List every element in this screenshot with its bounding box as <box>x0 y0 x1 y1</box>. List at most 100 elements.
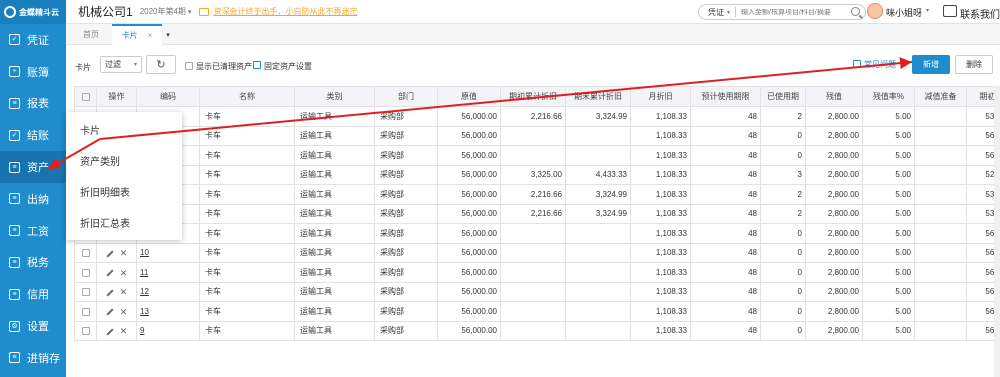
sidebar-item[interactable]: ≡ 出纳 <box>0 183 66 215</box>
vertical-scrollbar[interactable] <box>994 86 1000 377</box>
row-checkbox[interactable] <box>81 288 90 297</box>
contact-us-link[interactable]: 联系我们 <box>960 6 1000 21</box>
code-cell[interactable]: 11 <box>136 262 200 283</box>
column-header[interactable]: 月折旧 <box>630 86 691 107</box>
close-icon[interactable]: × <box>148 31 153 40</box>
faq-link[interactable]: 常见问题 <box>864 59 896 70</box>
refresh-button[interactable]: ↻ <box>146 55 176 74</box>
company-name[interactable]: 机械公司1 <box>78 3 133 20</box>
column-header[interactable]: 已使用期 <box>760 86 806 107</box>
column-header[interactable]: 操作 <box>96 86 137 107</box>
column-header[interactable]: 原值 <box>437 86 501 107</box>
column-header[interactable]: 部门 <box>374 86 438 107</box>
code-cell[interactable]: 9 <box>136 320 200 341</box>
sidebar-item[interactable]: ≡ 报表 <box>0 88 66 120</box>
delete-icon[interactable]: ✕ <box>120 268 128 278</box>
edit-icon[interactable] <box>106 327 114 336</box>
code-cell[interactable]: 10 <box>136 242 200 263</box>
column-header[interactable]: 编码 <box>136 86 200 107</box>
show-cleared-checkbox[interactable] <box>185 62 193 70</box>
voucher-search-box[interactable]: 凭证 ▾ <box>698 4 866 20</box>
row-select-cell[interactable] <box>74 242 97 263</box>
table-row[interactable]: ✕卡车运输工具采购部56,000.002,216.663,324.991,108… <box>74 106 994 127</box>
voucher-type-select[interactable]: 凭证 <box>699 7 724 18</box>
sidebar-item[interactable]: ⚙ 设置 <box>0 310 66 342</box>
table-row[interactable]: ✕卡车运输工具采购部56,000.002,216.663,324.991,108… <box>74 203 994 224</box>
delete-icon[interactable]: ✕ <box>120 288 128 297</box>
row-checkbox[interactable] <box>81 307 90 316</box>
username[interactable]: 咪小姐呀 <box>886 6 922 19</box>
sidebar-item[interactable]: ✓ 结账 <box>0 119 66 151</box>
delete-icon[interactable]: ✕ <box>120 327 128 336</box>
chevron-down-icon[interactable]: ▾ <box>727 9 730 16</box>
contact-icon[interactable] <box>943 5 957 17</box>
column-header[interactable]: 残值 <box>805 86 863 107</box>
code-link[interactable]: 13 <box>140 307 149 316</box>
filter-select[interactable]: 过滤 ▾ <box>100 56 142 73</box>
table-row[interactable]: ✕卡车运输工具采购部56,000.001,108.334802,800.005.… <box>74 223 994 244</box>
edit-icon[interactable] <box>106 269 114 277</box>
code-link[interactable]: 10 <box>140 248 149 257</box>
fixed-asset-settings-link[interactable]: 固定资产设置 <box>264 61 312 72</box>
code-cell[interactable]: 12 <box>136 281 200 302</box>
submenu-item[interactable]: 资产类别 <box>66 147 182 174</box>
search-icon[interactable] <box>851 7 860 16</box>
sidebar-item[interactable]: + 账簿 <box>0 56 66 88</box>
period-label[interactable]: 2020年第4期 <box>140 6 186 17</box>
row-select-cell[interactable] <box>74 320 97 341</box>
search-input[interactable] <box>741 8 842 16</box>
edit-icon[interactable] <box>106 308 114 316</box>
sidebar-item[interactable]: ≡ 税务 <box>0 247 66 279</box>
show-cleared-label[interactable]: 显示已清理资产 <box>196 61 252 72</box>
column-header[interactable]: 期初累计折旧 <box>500 86 566 107</box>
faq-icon[interactable] <box>853 60 861 68</box>
delete-icon[interactable]: ✕ <box>120 307 128 317</box>
table-row[interactable]: ✕ 12 卡车 运输工具 采购部 56,000.00 1,108.33 48 0 2,800.00… <box>74 281 994 302</box>
column-header[interactable]: 减值准备 <box>914 86 967 107</box>
column-header[interactable]: 类别 <box>294 86 375 107</box>
column-header[interactable]: 预计使用期限 <box>690 86 761 107</box>
code-link[interactable]: 12 <box>140 287 149 296</box>
column-header[interactable]: 期末累计折旧 <box>565 86 631 107</box>
table-row[interactable]: ✕ 9 卡车 运输工具 采购部 56,000.00 1,108.33 48 0 2,800.00 5… <box>74 320 994 341</box>
column-header[interactable]: 名称 <box>199 86 295 107</box>
chevron-down-icon[interactable]: ▾ <box>188 8 192 16</box>
table-row[interactable]: ✕ 11 卡车 运输工具 采购部 56,000.00 1,108.33 48 0 2,800.00… <box>74 262 994 283</box>
table-row[interactable]: ✕卡车运输工具采购部56,000.003,325.004,433.331,108… <box>74 164 994 185</box>
sidebar-item[interactable]: ✓ 凭证 <box>0 24 66 56</box>
delete-icon[interactable]: ✕ <box>120 249 128 258</box>
header-select-all[interactable] <box>74 86 97 107</box>
row-select-cell[interactable] <box>74 262 97 283</box>
submenu-item[interactable]: 折旧明细表 <box>66 178 182 205</box>
sidebar-item[interactable]: ≡ 资产 <box>0 151 66 183</box>
row-select-cell[interactable] <box>74 281 97 302</box>
row-checkbox[interactable] <box>81 249 90 258</box>
settings-icon[interactable] <box>253 61 261 69</box>
chevron-down-icon[interactable]: ▾ <box>926 7 929 14</box>
submenu-item[interactable]: 卡片 <box>66 116 182 143</box>
sidebar-item[interactable]: ≡ 信用 <box>0 278 66 310</box>
column-header[interactable]: 残值率% <box>862 86 915 107</box>
notice-link[interactable]: 资深会计终于出手，小白防从此不再迷茫 <box>213 6 357 17</box>
sidebar-item[interactable]: ≡ 工资 <box>0 215 66 247</box>
table-row[interactable]: ✕卡车运输工具采购部56,000.001,108.334802,800.005.… <box>74 125 994 146</box>
row-checkbox[interactable] <box>81 327 90 336</box>
select-all-checkbox[interactable] <box>81 92 90 101</box>
table-row[interactable]: ✕ 10 卡车 运输工具 采购部 56,000.00 1,108.33 48 0 2,800.00… <box>74 242 994 263</box>
tab-home[interactable]: 首页 <box>74 24 108 45</box>
code-link[interactable]: 11 <box>140 268 148 277</box>
table-row[interactable]: ✕ 13 卡车 运输工具 采购部 56,000.00 1,108.33 48 0 2,800.00… <box>74 301 994 322</box>
tab-more-dropdown[interactable]: ▾ <box>162 24 174 45</box>
sidebar-item[interactable]: ≡ 进销存 <box>0 342 66 374</box>
row-checkbox[interactable] <box>81 268 90 277</box>
code-cell[interactable]: 13 <box>136 301 200 322</box>
table-row[interactable]: ✕卡车运输工具采购部56,000.001,108.334802,800.005.… <box>74 145 994 166</box>
add-button[interactable]: 新增 <box>912 55 950 74</box>
tab-card[interactable]: 卡片 × <box>112 24 162 45</box>
avatar[interactable] <box>867 3 883 19</box>
edit-icon[interactable] <box>106 288 114 297</box>
delete-button[interactable]: 删除 <box>955 55 993 74</box>
column-header[interactable]: 期初净值 <box>966 86 994 107</box>
row-select-cell[interactable] <box>74 301 97 322</box>
code-link[interactable]: 9 <box>140 326 144 335</box>
